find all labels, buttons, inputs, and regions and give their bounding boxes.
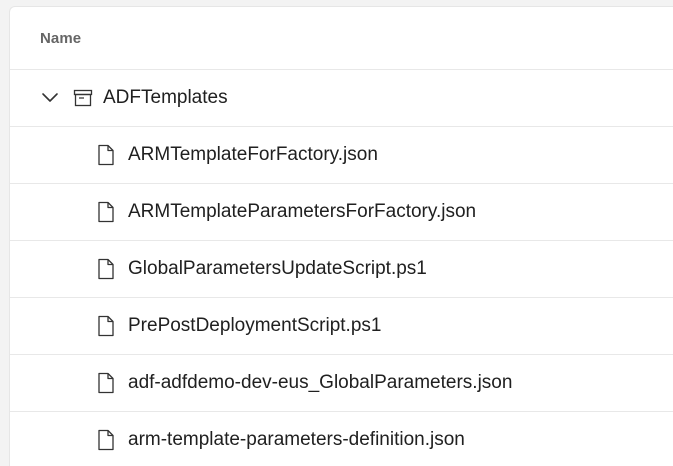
file-row[interactable]: arm-template-parameters-definition.json <box>10 412 673 466</box>
document-icon <box>96 201 116 223</box>
file-name: arm-template-parameters-definition.json <box>128 429 465 450</box>
document-icon <box>96 258 116 280</box>
document-icon <box>96 372 116 394</box>
file-row[interactable]: ARMTemplateForFactory.json <box>10 127 673 184</box>
file-name: GlobalParametersUpdateScript.ps1 <box>128 258 427 279</box>
document-icon <box>96 429 116 451</box>
file-name: ARMTemplateForFactory.json <box>128 144 378 165</box>
repo-folder-icon <box>73 87 93 109</box>
file-row[interactable]: ARMTemplateParametersForFactory.json <box>10 184 673 241</box>
file-name: PrePostDeploymentScript.ps1 <box>128 315 382 336</box>
file-list-panel: Name ADFTemplates ARMTemplateForFactory.… <box>9 6 673 466</box>
file-name: ARMTemplateParametersForFactory.json <box>128 201 477 222</box>
file-row[interactable]: adf-adfdemo-dev-eus_GlobalParameters.jso… <box>10 355 673 412</box>
folder-name: ADFTemplates <box>103 87 228 108</box>
file-row[interactable]: GlobalParametersUpdateScript.ps1 <box>10 241 673 298</box>
folder-row-adftemplates[interactable]: ADFTemplates <box>10 70 673 127</box>
document-icon <box>96 144 116 166</box>
chevron-down-icon[interactable] <box>40 88 60 108</box>
column-header[interactable]: Name <box>10 7 673 70</box>
file-row[interactable]: PrePostDeploymentScript.ps1 <box>10 298 673 355</box>
document-icon <box>96 315 116 337</box>
name-column-label: Name <box>40 29 82 47</box>
file-name: adf-adfdemo-dev-eus_GlobalParameters.jso… <box>128 372 513 393</box>
